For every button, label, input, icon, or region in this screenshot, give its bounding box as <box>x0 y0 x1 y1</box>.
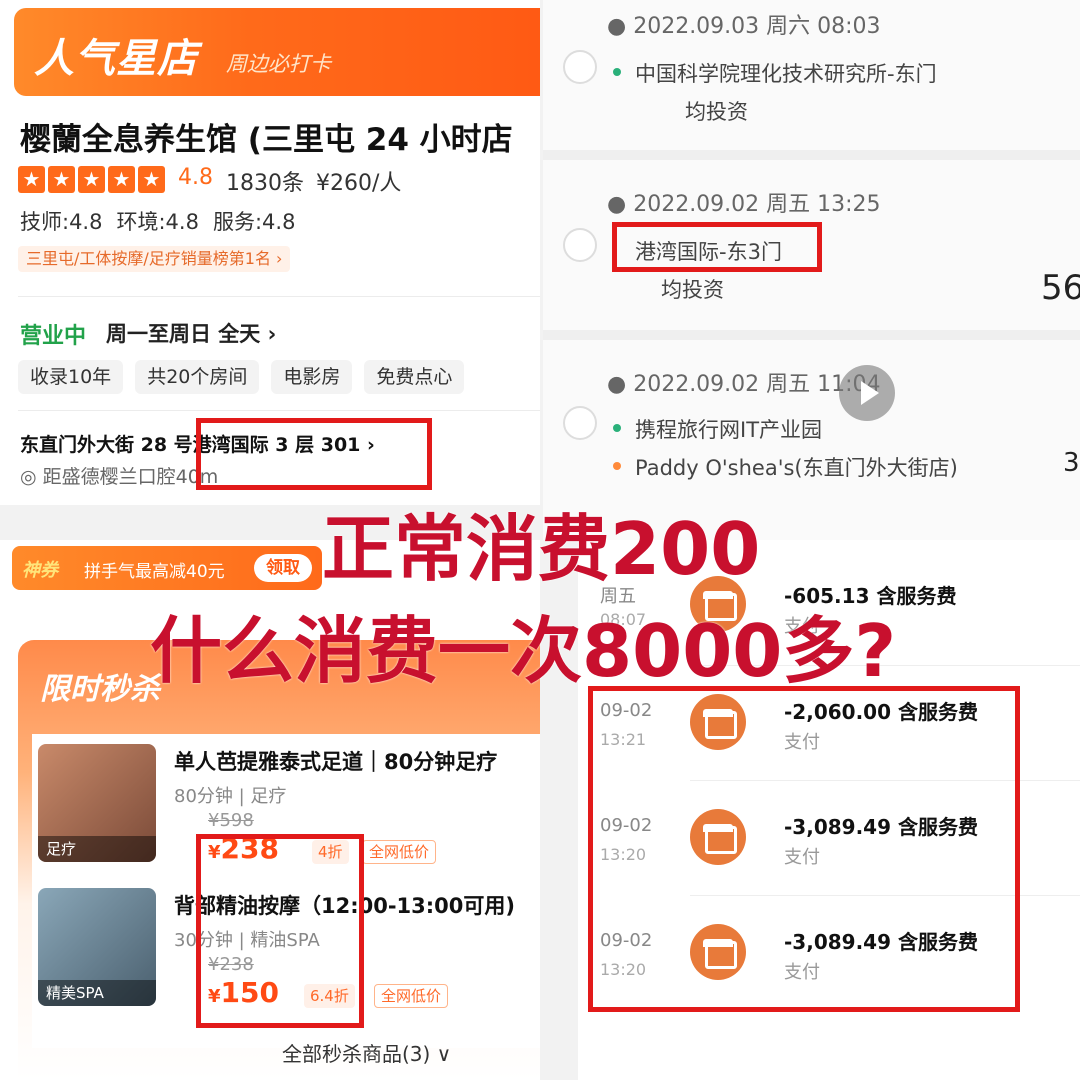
deal-name: 单人芭提雅泰式足道｜80分钟足疗 <box>174 750 498 774</box>
review-count[interactable]: 1830条 <box>226 165 304 197</box>
deal-low-price-tag: 全网低价 <box>362 840 437 864</box>
banner-title: 人气星店 <box>34 36 198 82</box>
highlight-box-payments <box>588 686 1020 1012</box>
deal-image: 精美SPA <box>38 888 156 1006</box>
open-hours[interactable]: 周一至周日 全天 › <box>106 318 276 348</box>
divider <box>543 150 1080 160</box>
location-pin-icon: ◎ <box>20 466 43 488</box>
overlay-caption-line2: 什么消费一次8000多? <box>150 609 897 693</box>
trip-amount: 56 <box>1041 268 1080 308</box>
highlight-box-trip-origin <box>612 222 822 272</box>
origin-dot-icon <box>613 424 621 432</box>
trip-destination: 均投资 <box>661 278 724 302</box>
trip-destination: 均投资 <box>685 100 748 124</box>
origin-dot-icon <box>613 68 621 76</box>
deal-image-label: 足疗 <box>38 836 156 862</box>
highlight-box-deal-prices <box>196 834 364 1028</box>
star-icon <box>48 166 75 193</box>
star-icon <box>18 166 45 193</box>
trip-time: ● 2022.09.03 周六 08:03 <box>607 14 881 39</box>
highlight-box-address <box>196 418 432 490</box>
trip-select-radio[interactable] <box>563 228 597 262</box>
play-icon[interactable] <box>839 365 895 421</box>
feature-chips: 收录10年 共20个房间 电影房 免费点心 <box>18 360 465 394</box>
popular-store-banner: 人气星店 周边必打卡 <box>14 8 540 96</box>
score-technician: 技师:4.8 <box>20 210 103 234</box>
trip-destination: Paddy O'shea's(东直门外大街店) <box>635 456 958 480</box>
trip-time: ● 2022.09.02 周五 13:25 <box>607 192 881 217</box>
coupon-tag: 神券 <box>22 560 58 581</box>
overlay-caption-line1: 正常消费200 <box>322 507 761 591</box>
score-service: 服务:4.8 <box>212 210 296 234</box>
rank-tag[interactable]: 三里屯/工体按摩/足疗销量榜第1名 › <box>18 246 291 272</box>
trip-select-radio[interactable] <box>563 406 597 440</box>
all-flash-deals-link[interactable]: 全部秒杀商品(3) ∨ <box>282 1038 451 1067</box>
trip-origin: 携程旅行网IT产业园 <box>635 418 823 442</box>
chip-free-snacks: 免费点心 <box>364 360 465 394</box>
price-per-person: ¥260/人 <box>316 171 402 196</box>
star-icon <box>138 166 165 193</box>
score-environment: 环境:4.8 <box>116 210 199 234</box>
open-status: 营业中 <box>20 324 87 349</box>
deal-original-price: ¥598 <box>208 810 254 831</box>
store-distance: ◎ 距盛德樱兰口腔40m <box>20 466 219 488</box>
flash-sale-title: 限时秒杀 <box>40 672 160 707</box>
divider <box>543 330 1080 340</box>
divider <box>18 296 540 297</box>
chip-rooms: 共20个房间 <box>135 360 260 394</box>
divider <box>18 410 540 411</box>
deal-image: 足疗 <box>38 744 156 862</box>
store-name: 樱蘭全息养生馆 (三里屯 24 小时店 <box>20 122 513 158</box>
deal-meta: 80分钟 | 足疗 <box>174 786 287 807</box>
chip-listed-years: 收录10年 <box>18 360 124 394</box>
sub-scores: 技师:4.8 环境:4.8 服务:4.8 <box>20 206 295 236</box>
star-icon <box>78 166 105 193</box>
coupon-bar: 神券 拼手气最高减40元 领取 <box>12 546 322 590</box>
destination-dot-icon <box>613 462 621 470</box>
deal-low-price-tag: 全网低价 <box>374 984 449 1008</box>
chip-movie-room: 电影房 <box>271 360 353 394</box>
deal-image-label: 精美SPA <box>38 980 156 1006</box>
rating-stars <box>18 166 165 193</box>
trip-origin: 中国科学院理化技术研究所-东门 <box>635 62 937 86</box>
banner-subtitle: 周边必打卡 <box>226 52 331 76</box>
star-icon <box>108 166 135 193</box>
coupon-text: 拼手气最高减40元 <box>84 562 225 582</box>
trip-select-radio[interactable] <box>563 50 597 84</box>
trip-amount: 3 <box>1063 448 1080 478</box>
rating-value: 4.8 <box>178 165 213 190</box>
blurred-text <box>613 96 683 120</box>
claim-coupon-button[interactable]: 领取 <box>254 554 312 582</box>
